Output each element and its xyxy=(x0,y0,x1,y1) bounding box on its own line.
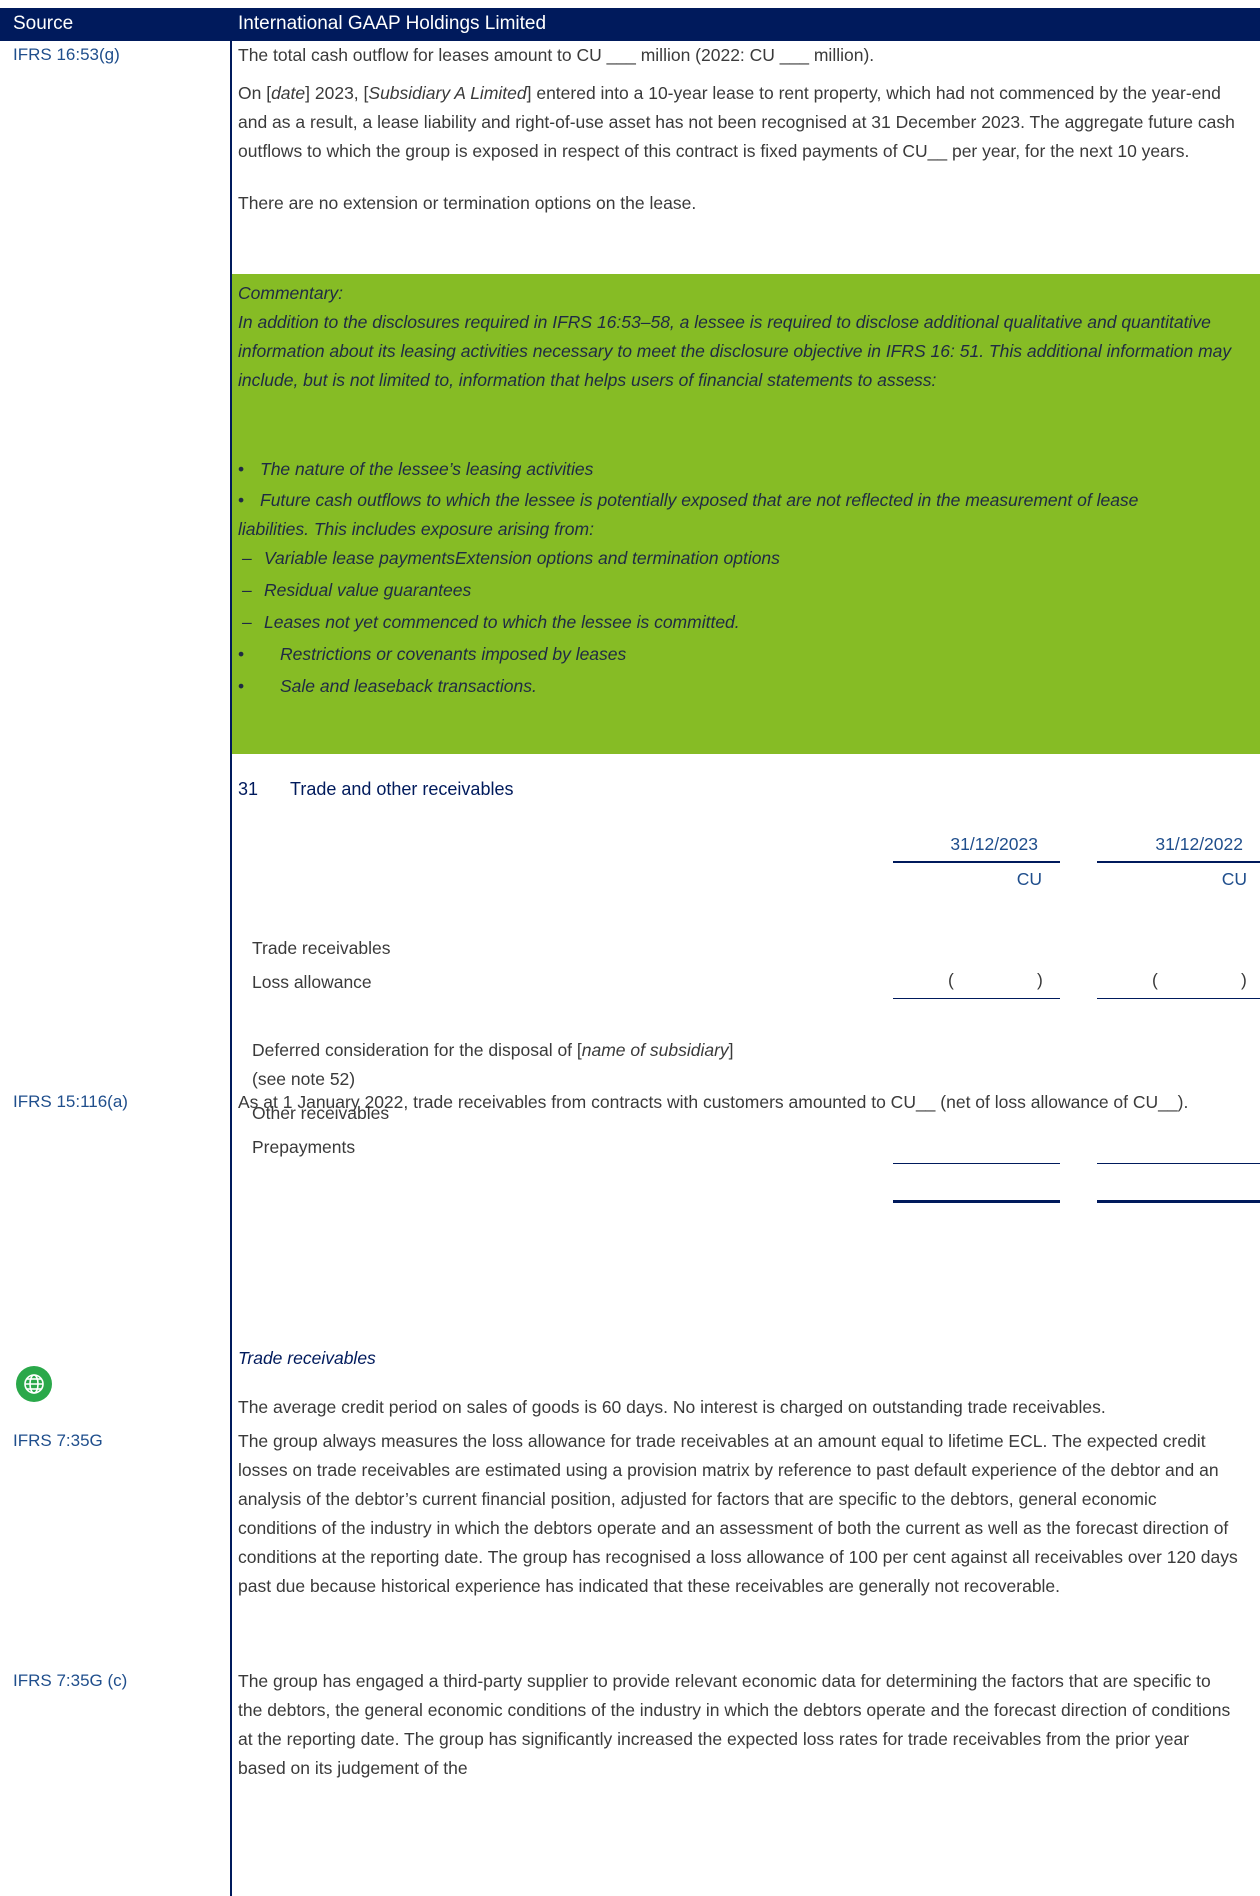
source-ref-ifrs15-116a: IFRS 15:116(a) xyxy=(13,1092,128,1111)
source-ref-ifrs7-35g-c: IFRS 7:35G (c) xyxy=(13,1671,128,1690)
commentary-dash-item: – Residual value guarantees xyxy=(242,580,472,600)
source-ref-ifrs16-53g: IFRS 16:53(g) xyxy=(13,45,120,64)
paren-open: ( xyxy=(948,970,954,990)
source-column-header: Source xyxy=(13,13,74,34)
paragraph-no-options: There are no extension or termination op… xyxy=(238,193,697,213)
commentary-bullet: • The nature of the lessee’s leasing acti… xyxy=(238,459,594,479)
paragraph-lease-commitment: On [date] 2023, [Subsidiary A Limited] e… xyxy=(238,83,1235,161)
row-trade-receivables: Trade receivables xyxy=(252,938,391,958)
commentary-bullet: • Future cash outflows to which the lesse… xyxy=(238,490,1139,539)
column-unit-2023: CU xyxy=(1016,869,1042,889)
commentary-bullet: • Restrictions or covenants imposed by le… xyxy=(238,644,627,664)
column-date-2023: 31/12/2023 xyxy=(950,834,1038,854)
row-loss-allowance: Loss allowance xyxy=(252,972,372,992)
commentary-title: Commentary: xyxy=(238,283,344,303)
subtotal-line xyxy=(1097,998,1260,999)
section-title: Trade and other receivables xyxy=(290,779,514,799)
subtotal-line xyxy=(893,998,1060,999)
paragraph-opening-receivables: As at 1 January 2022, trade receivables … xyxy=(238,1092,1189,1112)
section-number: 31 xyxy=(238,779,259,799)
column-unit-2022: CU xyxy=(1221,869,1247,889)
paragraph-cash-outflow: The total cash outflow for leases amount… xyxy=(238,45,875,65)
total-line xyxy=(893,1163,1060,1164)
commentary-box: Commentary: In addition to the disclosur… xyxy=(232,274,1260,754)
section-heading: 31 Trade and other receivables xyxy=(238,779,513,800)
paren-close: ) xyxy=(1241,970,1247,990)
paragraph-loss-allowance-policy: The group always measures the loss allow… xyxy=(238,1431,1238,1596)
row-prepayments: Prepayments xyxy=(252,1137,356,1157)
total-line xyxy=(1097,1163,1260,1164)
commentary-dash-item: – Leases not yet commenced to which the l… xyxy=(242,612,740,632)
grand-total-line xyxy=(1097,1200,1260,1203)
paren-open: ( xyxy=(1152,970,1158,990)
column-underline xyxy=(893,861,1060,863)
table-header-bar: Source International GAAP Holdings Limit… xyxy=(0,8,1260,41)
column-underline xyxy=(1097,861,1260,863)
paren-close: ) xyxy=(1037,970,1043,990)
commentary-bullet: • Sale and leaseback transactions. xyxy=(238,676,537,696)
grand-total-line xyxy=(893,1200,1060,1203)
commentary-intro: In addition to the disclosures required … xyxy=(238,312,1232,390)
column-date-2022: 31/12/2022 xyxy=(1155,834,1243,854)
paragraph-credit-period: The average credit period on sales of go… xyxy=(238,1397,1106,1417)
company-name-header: International GAAP Holdings Limited xyxy=(238,13,547,34)
paragraph-third-party-data: The group has engaged a third-party supp… xyxy=(238,1671,1231,1778)
subheading-trade-receivables: Trade receivables xyxy=(238,1348,376,1368)
globe-icon[interactable] xyxy=(16,1366,52,1402)
source-ref-ifrs7-35g: IFRS 7:35G xyxy=(13,1431,103,1450)
row-deferred-consideration: Deferred consideration for the disposal … xyxy=(252,1040,734,1060)
commentary-dash-item: – Variable lease paymentsExtension option… xyxy=(242,548,780,568)
